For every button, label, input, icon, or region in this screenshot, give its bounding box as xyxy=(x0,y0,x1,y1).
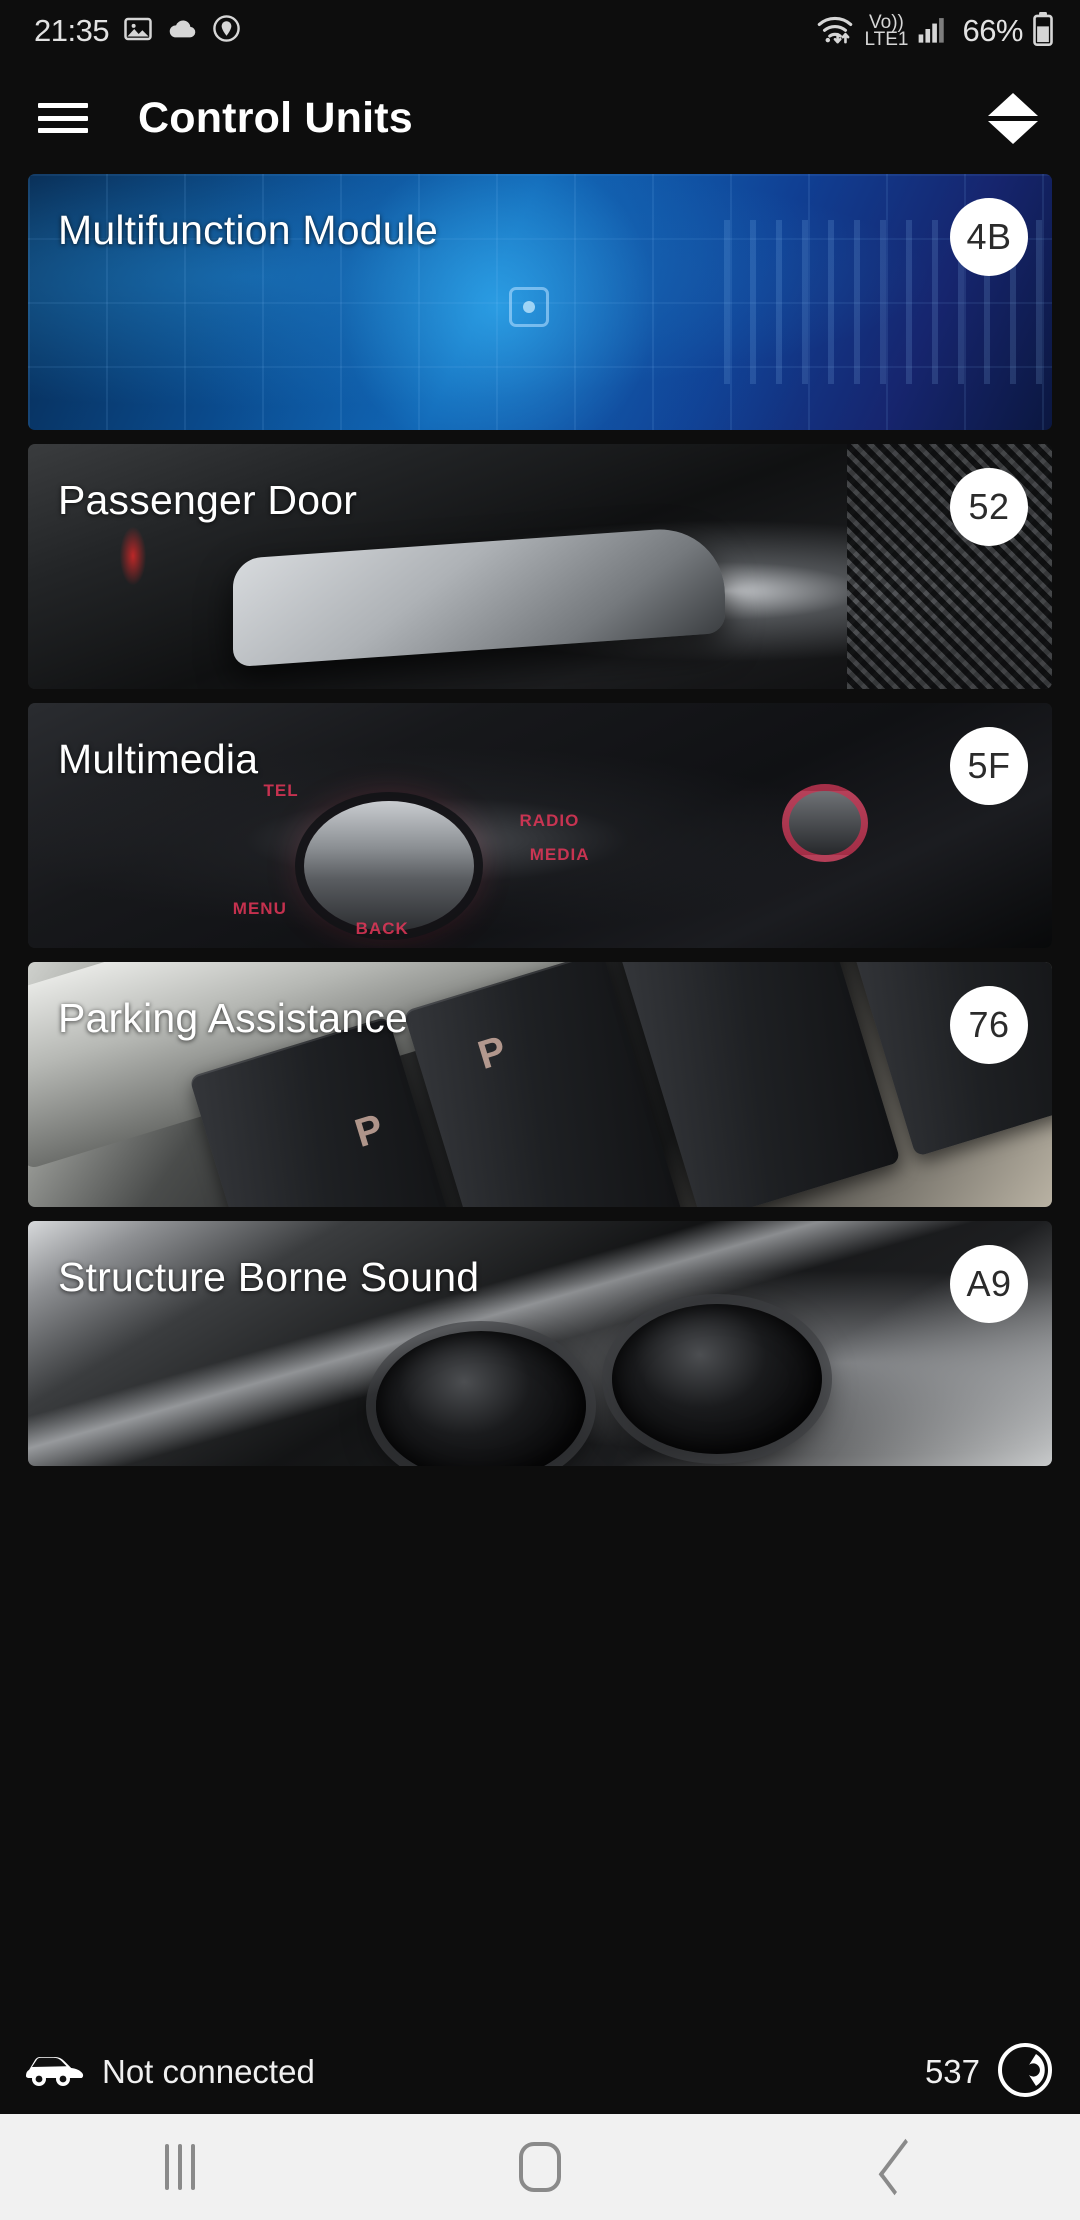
volte-label-bottom: LTE1 xyxy=(864,29,909,50)
mmi-knob-graphic xyxy=(304,801,475,931)
hamburger-menu-icon[interactable] xyxy=(38,98,88,138)
list-item[interactable]: MENU BACK RADIO MEDIA TEL Multimedia 5F xyxy=(28,703,1052,948)
mmi-menu-label: MENU xyxy=(232,899,287,918)
mmi-radio-label: RADIO xyxy=(519,810,580,830)
list-item[interactable]: Multifunction Module 4B xyxy=(28,174,1052,430)
location-pin-icon xyxy=(212,14,241,48)
car-icon xyxy=(22,2050,84,2095)
sort-ascending-triangle xyxy=(988,92,1038,116)
connection-status-label: Not connected xyxy=(102,2053,315,2090)
list-item-title: Multimedia xyxy=(58,736,259,782)
door-handle-graphic xyxy=(232,524,725,667)
list-item[interactable]: Passenger Door 52 xyxy=(28,444,1052,689)
sort-descending-triangle xyxy=(988,120,1038,144)
status-bar-clock: 21:35 xyxy=(34,13,110,48)
list-item-title: Structure Borne Sound xyxy=(58,1254,480,1300)
status-badge: A9 xyxy=(950,1245,1028,1323)
status-bar-right: Vo)) LTE1 66% xyxy=(815,11,1054,51)
app-bar: Control Units xyxy=(0,62,1080,174)
chip-graphic xyxy=(509,286,550,327)
back-icon[interactable] xyxy=(720,2138,1080,2196)
list-item[interactable]: P P Parking Assistance 76 xyxy=(28,962,1052,1207)
status-bar-left: 21:35 xyxy=(34,13,241,49)
android-navigation-bar xyxy=(0,2114,1080,2220)
cloud-icon xyxy=(167,16,198,47)
carly-circle-icon[interactable] xyxy=(996,2041,1054,2104)
status-badge: 52 xyxy=(950,468,1028,546)
status-badge: 4B xyxy=(950,198,1028,276)
door-light-graphic xyxy=(120,527,147,586)
control-units-list[interactable]: Multifunction Module 4B Passenger Door 5… xyxy=(0,174,1080,2030)
list-item-title: Multifunction Module xyxy=(58,207,439,253)
sort-updown-icon[interactable] xyxy=(976,81,1050,155)
list-item[interactable]: Structure Borne Sound A9 xyxy=(28,1221,1052,1466)
connection-status-group[interactable]: Not connected xyxy=(22,2050,315,2095)
battery-icon xyxy=(1032,11,1054,51)
mmi-tel-label: TEL xyxy=(263,781,299,801)
connection-status-bar[interactable]: Not connected 537 xyxy=(0,2030,1080,2114)
page-title: Control Units xyxy=(138,93,413,142)
recents-icon[interactable] xyxy=(0,2144,360,2190)
exhaust-pipe-graphic xyxy=(611,1304,822,1455)
image-icon xyxy=(123,14,153,49)
exhaust-pipe-graphic xyxy=(376,1331,587,1466)
volume-ring-graphic xyxy=(781,783,868,862)
status-badge: 5F xyxy=(950,727,1028,805)
app-badge-group[interactable]: 537 xyxy=(925,2041,1054,2104)
mmi-media-label: MEDIA xyxy=(529,845,590,865)
cellular-signal-icon xyxy=(917,14,953,49)
list-item-title: Parking Assistance xyxy=(58,995,408,1041)
home-icon[interactable] xyxy=(360,2142,720,2192)
wifi-data-transfer-icon xyxy=(815,12,855,51)
app-screen: 21:35 Vo)) LTE1 66% Control Units Multif… xyxy=(0,0,1080,2220)
volte-indicator: Vo)) LTE1 xyxy=(864,12,909,50)
status-badge: 76 xyxy=(950,986,1028,1064)
system-status-bar: 21:35 Vo)) LTE1 66% xyxy=(0,0,1080,62)
list-item-title: Passenger Door xyxy=(58,477,358,523)
battery-percent-label: 66% xyxy=(962,13,1023,48)
unit-count-label: 537 xyxy=(924,2053,980,2090)
mmi-back-label: BACK xyxy=(355,918,409,938)
